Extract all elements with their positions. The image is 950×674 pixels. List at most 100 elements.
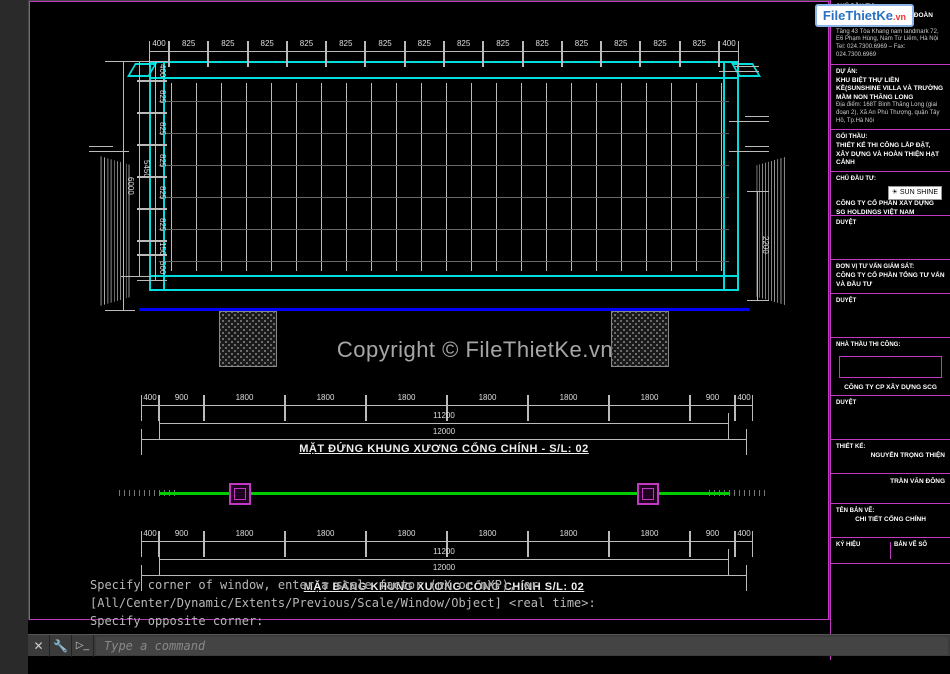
close-icon[interactable]: ✕	[28, 635, 50, 657]
tb-designer: THIẾT KẾ: NGUYỄN TRỌNG THIỆN	[831, 440, 950, 474]
sunshine-logo: ☀ SUN SHINE	[888, 186, 942, 199]
dim-value: 825	[261, 39, 274, 48]
drawing-canvas[interactable]: (function(){ const elev = document.query…	[28, 0, 830, 620]
dim-seg: 825	[137, 81, 167, 113]
dim-value: 900	[706, 529, 719, 538]
dim-value: 900	[175, 393, 188, 402]
dim-value: 900	[706, 393, 719, 402]
stud	[296, 83, 297, 271]
dim-seg: 400	[141, 531, 159, 557]
dim-value: 1800	[236, 529, 254, 538]
stud	[546, 83, 547, 271]
command-input[interactable]: Type a command	[96, 637, 948, 655]
dim-right: 2200	[747, 191, 769, 301]
dim-seg: 825	[365, 41, 404, 67]
dim-value: 500	[158, 261, 167, 274]
leader	[729, 121, 769, 122]
dim-value: 12000	[433, 427, 455, 436]
dim-seg: 825	[208, 41, 247, 67]
watermark-logo: FileThietKe.vn	[815, 4, 914, 27]
truss-bottom	[149, 275, 739, 291]
stud	[196, 83, 197, 271]
stud	[371, 83, 372, 271]
tb-contractor: NHÀ THẦU THI CÔNG: CÔNG TY CP XÂY DỰNG S…	[831, 338, 950, 396]
stud	[246, 83, 247, 271]
rail	[159, 165, 729, 166]
left-tool-rail	[0, 0, 28, 674]
tb-approve-2: DUYỆT	[831, 294, 950, 338]
stud	[621, 83, 622, 271]
dim-value: 825	[496, 39, 509, 48]
dim-value: 825	[221, 39, 234, 48]
stud	[346, 83, 347, 271]
dim-seg: 825	[137, 177, 167, 209]
stud	[571, 83, 572, 271]
dim-seg: 825	[483, 41, 522, 67]
dim-row-top: 400 825 825 825 825 825 825 825 825 825 825 825 825 8…	[149, 41, 739, 67]
rail	[159, 133, 729, 134]
dim-value: 1800	[317, 393, 335, 402]
dim-value: 825	[182, 39, 195, 48]
plan-view	[159, 479, 729, 509]
dim-seg: 825	[405, 41, 444, 67]
stud	[596, 83, 597, 271]
dim-value: 825	[300, 39, 313, 48]
dim-value: 1800	[317, 529, 335, 538]
stud	[496, 83, 497, 271]
rail	[159, 229, 729, 230]
stud	[396, 83, 397, 271]
dim-value: 400	[158, 64, 167, 77]
dim-seg: 400	[735, 531, 753, 557]
dim-seg: 400	[141, 395, 159, 421]
cmd-line: [All/Center/Dynamic/Extents/Previous/Sca…	[90, 594, 820, 612]
wrench-icon[interactable]: 🔧	[50, 635, 72, 657]
leader	[719, 71, 759, 72]
dim-seg: 825	[562, 41, 601, 67]
dim-right-value: 2200	[761, 236, 770, 254]
dim-value: 1800	[236, 393, 254, 402]
footing-left	[219, 311, 277, 367]
tb-unit1: CHỦ ĐẦU TƯ: ☀ SUN SHINE CÔNG TY CỔ PHẦN …	[831, 172, 950, 216]
dim-value: 825	[378, 39, 391, 48]
dim-seg: 825	[601, 41, 640, 67]
title-block: CHỦ ĐẦU TƯ: CÔNG TY CỔ PHẦN TẬP ĐOÀN SUN…	[830, 0, 950, 660]
plan-column-left	[229, 483, 251, 505]
dim-seg: 400	[719, 41, 739, 67]
dim-value: 825	[158, 90, 167, 103]
dim-seg: 825	[137, 209, 167, 241]
dim-seg: 825	[137, 145, 167, 177]
stud	[171, 83, 172, 271]
stud	[446, 83, 447, 271]
dim-value: 1800	[641, 393, 659, 402]
dim-value: 825	[614, 39, 627, 48]
command-history: Specify corner of window, enter a scale …	[90, 576, 820, 630]
dim-value: 825	[536, 39, 549, 48]
dim-value: 825	[457, 39, 470, 48]
dim-value: 1800	[560, 393, 578, 402]
dim-seg: 825	[444, 41, 483, 67]
dim-value: 825	[339, 39, 352, 48]
dim-value: 150	[158, 242, 167, 255]
stud	[671, 83, 672, 271]
dim-seg: 825	[326, 41, 365, 67]
dim-seg: 400	[137, 61, 167, 81]
dim-value: 825	[575, 39, 588, 48]
dim-seg: 400	[735, 395, 753, 421]
dim-value: 825	[418, 39, 431, 48]
dim-seg: 500	[137, 255, 167, 281]
plan-column-right	[637, 483, 659, 505]
command-bar: ✕ 🔧 ▷_ Type a command	[28, 634, 950, 656]
elevation-title: MẶT ĐỨNG KHUNG XƯƠNG CỔNG CHÍNH - S/L: 0…	[159, 443, 729, 455]
dim-value: 1800	[560, 529, 578, 538]
dim-value: 825	[693, 39, 706, 48]
tb-sector: GÓI THẦU: THIẾT KẾ THI CÔNG LẮP ĐẶT, XÂY…	[831, 130, 950, 172]
dim-value: 825	[158, 122, 167, 135]
dim-value: 825	[158, 186, 167, 199]
dim-value: 825	[653, 39, 666, 48]
tb-project: DỰ ÁN: KHU BIỆT THỰ LIỀN KỀ(SUNSHINE VIL…	[831, 65, 950, 131]
stud	[646, 83, 647, 271]
stud	[696, 83, 697, 271]
tb-approve-3: DUYỆT	[831, 396, 950, 440]
contractor-box	[839, 356, 942, 378]
dim-value: 825	[158, 218, 167, 231]
